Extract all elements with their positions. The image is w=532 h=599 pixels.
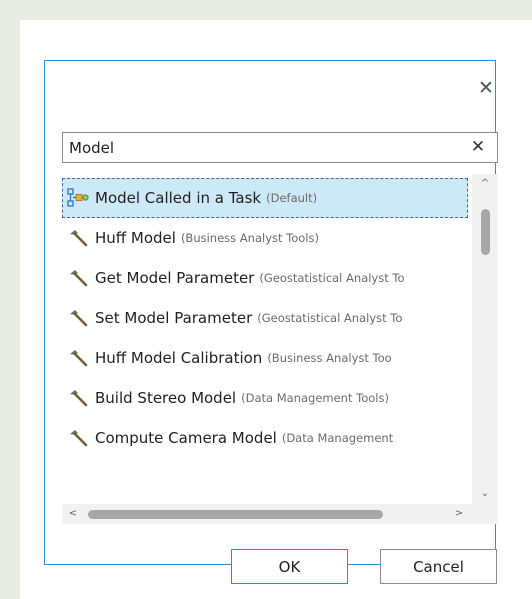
hammer-icon: [67, 348, 89, 368]
close-icon[interactable]: ✕: [476, 78, 496, 98]
hammer-icon: [67, 308, 89, 328]
hammer-icon: [67, 388, 89, 408]
list-item-category: (Geostatistical Analyst To: [257, 311, 403, 325]
cancel-button[interactable]: Cancel: [380, 549, 497, 584]
scroll-left-icon[interactable]: <: [64, 504, 82, 524]
list-item-name: Model Called in a Task: [95, 189, 262, 207]
list-item-name: Huff Model: [95, 229, 176, 247]
vertical-scrollbar[interactable]: ^ ⌄: [472, 174, 498, 504]
scroll-down-icon[interactable]: ⌄: [472, 484, 498, 504]
horizontal-scroll-thumb[interactable]: [88, 510, 383, 519]
tool-search-dialog: ✕ ✕ Model Called in a Task (Default) Huff …: [44, 60, 498, 584]
scrollbar-corner: [472, 504, 498, 524]
list-item-category: (Business Analyst Too: [267, 351, 392, 365]
model-icon: [67, 188, 89, 208]
list-item[interactable]: Compute Camera Model (Data Management: [62, 418, 468, 458]
horizontal-scrollbar[interactable]: < >: [62, 504, 472, 524]
hammer-icon: [67, 428, 89, 448]
search-box: ✕: [62, 132, 498, 163]
list-item[interactable]: Huff Model Calibration (Business Analyst …: [62, 338, 468, 378]
ok-button[interactable]: OK: [231, 549, 348, 584]
list-item-name: Get Model Parameter: [95, 269, 255, 287]
list-item[interactable]: Huff Model (Business Analyst Tools): [62, 218, 468, 258]
list-item-category: (Data Management: [281, 431, 394, 445]
list-item-name: Build Stereo Model: [95, 389, 237, 407]
results-list[interactable]: Model Called in a Task (Default) Huff Mode…: [62, 174, 498, 524]
hammer-icon: [67, 268, 89, 288]
results-rows: Model Called in a Task (Default) Huff Mode…: [62, 178, 468, 488]
list-item[interactable]: Build Stereo Model (Data Management Tools…: [62, 378, 468, 418]
list-item-category: (Business Analyst Tools): [180, 231, 319, 245]
list-item-category: (Geostatistical Analyst To: [259, 271, 405, 285]
list-item[interactable]: Get Model Parameter (Geostatistical Analy…: [62, 258, 468, 298]
list-item-category: (Default): [266, 191, 318, 205]
scroll-up-icon[interactable]: ^: [472, 174, 498, 194]
list-item-name: Set Model Parameter: [95, 309, 253, 327]
list-item-name: Huff Model Calibration: [95, 349, 263, 367]
list-item[interactable]: Set Model Parameter (Geostatistical Analy…: [62, 298, 468, 338]
vertical-scroll-thumb[interactable]: [481, 209, 490, 255]
list-item[interactable]: Model Called in a Task (Default): [62, 178, 468, 218]
clear-search-icon[interactable]: ✕: [468, 137, 488, 157]
list-item-category: (Data Management Tools): [241, 391, 389, 405]
scroll-right-icon[interactable]: >: [450, 504, 468, 524]
list-item-name: Compute Camera Model: [95, 429, 277, 447]
hammer-icon: [67, 228, 89, 248]
search-input[interactable]: [69, 133, 449, 162]
